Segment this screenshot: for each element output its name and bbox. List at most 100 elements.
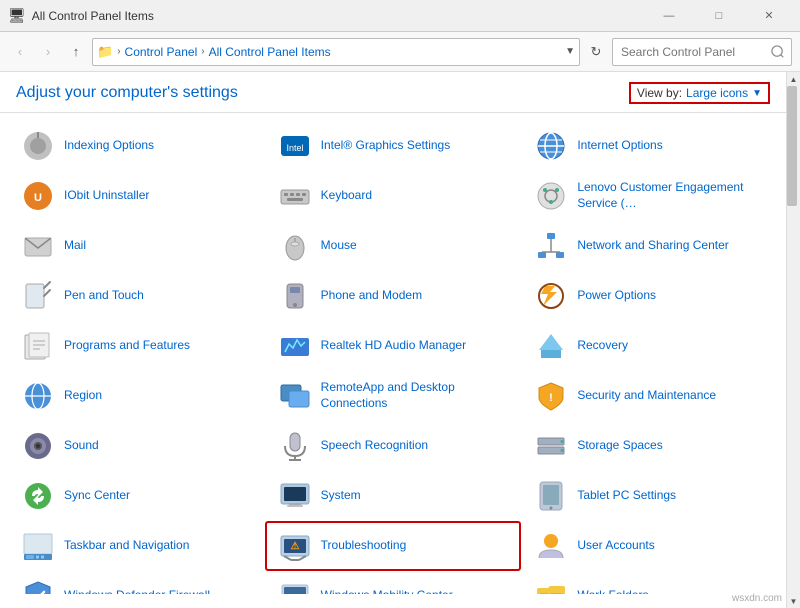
- search-input[interactable]: [612, 38, 792, 66]
- scroll-thumb[interactable]: [787, 86, 797, 206]
- page-title: Adjust your computer's settings: [16, 84, 238, 102]
- grid-item-power-options[interactable]: Power Options: [521, 271, 778, 321]
- view-by-value: Large icons: [686, 86, 748, 100]
- svg-text:⚠: ⚠: [290, 541, 299, 552]
- speech-recognition-label: Speech Recognition: [321, 438, 428, 454]
- internet-options-icon: [533, 128, 569, 164]
- mail-label: Mail: [64, 238, 86, 254]
- grid-item-security-maintenance[interactable]: !Security and Maintenance: [521, 371, 778, 421]
- iobit-uninstaller-icon: U: [20, 178, 56, 214]
- grid-item-remoteapp[interactable]: RemoteApp and Desktop Connections: [265, 371, 522, 421]
- grid-item-sound[interactable]: Sound: [8, 421, 265, 471]
- network-sharing-icon: [533, 228, 569, 264]
- pen-touch-icon: [20, 278, 56, 314]
- grid-item-recovery[interactable]: Recovery: [521, 321, 778, 371]
- sync-center-icon: [20, 478, 56, 514]
- grid-item-tablet-pc[interactable]: Tablet PC Settings: [521, 471, 778, 521]
- intel-graphics-icon: Intel: [277, 128, 313, 164]
- mouse-label: Mouse: [321, 238, 357, 254]
- grid-item-windows-mobility[interactable]: Windows Mobility Center: [265, 571, 522, 594]
- path-icon: 📁: [97, 44, 113, 60]
- grid-item-indexing-options[interactable]: Indexing Options: [8, 121, 265, 171]
- content-area: Adjust your computer's settings View by:…: [0, 72, 786, 608]
- iobit-uninstaller-label: IObit Uninstaller: [64, 188, 149, 204]
- maximize-button[interactable]: □: [696, 0, 742, 32]
- phone-modem-icon: [277, 278, 313, 314]
- address-path: 📁 › Control Panel › All Control Panel It…: [92, 38, 580, 66]
- lenovo-customer-label: Lenovo Customer Engagement Service (…: [577, 180, 766, 211]
- grid-item-internet-options[interactable]: Internet Options: [521, 121, 778, 171]
- grid-item-phone-modem[interactable]: Phone and Modem: [265, 271, 522, 321]
- path-all-items[interactable]: All Control Panel Items: [209, 45, 331, 59]
- minimize-button[interactable]: —: [646, 0, 692, 32]
- scroll-down-arrow[interactable]: ▼: [787, 594, 800, 608]
- indexing-options-label: Indexing Options: [64, 138, 154, 154]
- up-button[interactable]: ↑: [64, 40, 88, 64]
- work-folders-icon: [533, 578, 569, 594]
- grid-item-work-folders[interactable]: Work Folders: [521, 571, 778, 594]
- window-title: All Control Panel Items: [32, 9, 154, 23]
- indexing-options-icon: [20, 128, 56, 164]
- tablet-pc-icon: [533, 478, 569, 514]
- path-control-panel[interactable]: Control Panel: [125, 45, 198, 59]
- security-maintenance-icon: !: [533, 378, 569, 414]
- content-header: Adjust your computer's settings View by:…: [0, 72, 786, 113]
- close-button[interactable]: ✕: [746, 0, 792, 32]
- grid-item-mail[interactable]: Mail: [8, 221, 265, 271]
- grid-item-troubleshooting[interactable]: ⚠Troubleshooting: [265, 521, 522, 571]
- grid-item-speech-recognition[interactable]: Speech Recognition: [265, 421, 522, 471]
- items-grid: Indexing Options Intel Intel® Graphics Set…: [0, 113, 786, 594]
- windows-mobility-icon: [277, 578, 313, 594]
- grid-item-region[interactable]: Region: [8, 371, 265, 421]
- speech-recognition-icon: [277, 428, 313, 464]
- storage-spaces-icon: [533, 428, 569, 464]
- grid-item-lenovo-customer[interactable]: Lenovo Customer Engagement Service (…: [521, 171, 778, 221]
- svg-text:U: U: [34, 192, 42, 204]
- grid-item-realtek-audio[interactable]: Realtek HD Audio Manager: [265, 321, 522, 371]
- tablet-pc-label: Tablet PC Settings: [577, 488, 676, 504]
- mail-icon: [20, 228, 56, 264]
- scroll-up-arrow[interactable]: ▲: [787, 72, 800, 86]
- grid-item-mouse[interactable]: Mouse: [265, 221, 522, 271]
- intel-graphics-label: Intel® Graphics Settings: [321, 138, 451, 154]
- taskbar-navigation-icon: [20, 528, 56, 564]
- remoteapp-icon: [277, 378, 313, 414]
- user-accounts-label: User Accounts: [577, 538, 654, 554]
- back-button[interactable]: ‹: [8, 40, 32, 64]
- title-controls: — □ ✕: [646, 0, 792, 32]
- grid-item-system[interactable]: System: [265, 471, 522, 521]
- grid-item-programs-features[interactable]: Programs and Features: [8, 321, 265, 371]
- grid-item-network-sharing[interactable]: Network and Sharing Center: [521, 221, 778, 271]
- system-label: System: [321, 488, 361, 504]
- keyboard-label: Keyboard: [321, 188, 372, 204]
- programs-features-icon: [20, 328, 56, 364]
- grid-item-iobit-uninstaller[interactable]: U IObit Uninstaller: [8, 171, 265, 221]
- grid-item-storage-spaces[interactable]: Storage Spaces: [521, 421, 778, 471]
- main-area: Adjust your computer's settings View by:…: [0, 72, 800, 608]
- programs-features-label: Programs and Features: [64, 338, 190, 354]
- keyboard-icon: [277, 178, 313, 214]
- forward-button[interactable]: ›: [36, 40, 60, 64]
- recovery-icon: [533, 328, 569, 364]
- grid-item-user-accounts[interactable]: User Accounts: [521, 521, 778, 571]
- view-by-selector[interactable]: View by: Large icons ▼: [629, 82, 770, 104]
- sound-label: Sound: [64, 438, 99, 454]
- windows-defender-icon: [20, 578, 56, 594]
- grid-item-keyboard[interactable]: Keyboard: [265, 171, 522, 221]
- network-sharing-label: Network and Sharing Center: [577, 238, 728, 254]
- grid-item-sync-center[interactable]: Sync Center: [8, 471, 265, 521]
- recovery-label: Recovery: [577, 338, 628, 354]
- refresh-button[interactable]: ↻: [584, 40, 608, 64]
- mouse-icon: [277, 228, 313, 264]
- scroll-track[interactable]: [787, 86, 800, 594]
- title-bar-left: 🖥 All Control Panel Items: [8, 7, 154, 24]
- view-by-arrow: ▼: [752, 88, 762, 99]
- power-options-label: Power Options: [577, 288, 656, 304]
- grid-item-windows-defender[interactable]: Windows Defender Firewall: [8, 571, 265, 594]
- path-dropdown-arrow[interactable]: ▼: [565, 46, 575, 57]
- grid-item-pen-touch[interactable]: Pen and Touch: [8, 271, 265, 321]
- storage-spaces-label: Storage Spaces: [577, 438, 662, 454]
- grid-item-intel-graphics[interactable]: Intel Intel® Graphics Settings: [265, 121, 522, 171]
- window-icon: 🖥: [8, 7, 26, 24]
- grid-item-taskbar-navigation[interactable]: Taskbar and Navigation: [8, 521, 265, 571]
